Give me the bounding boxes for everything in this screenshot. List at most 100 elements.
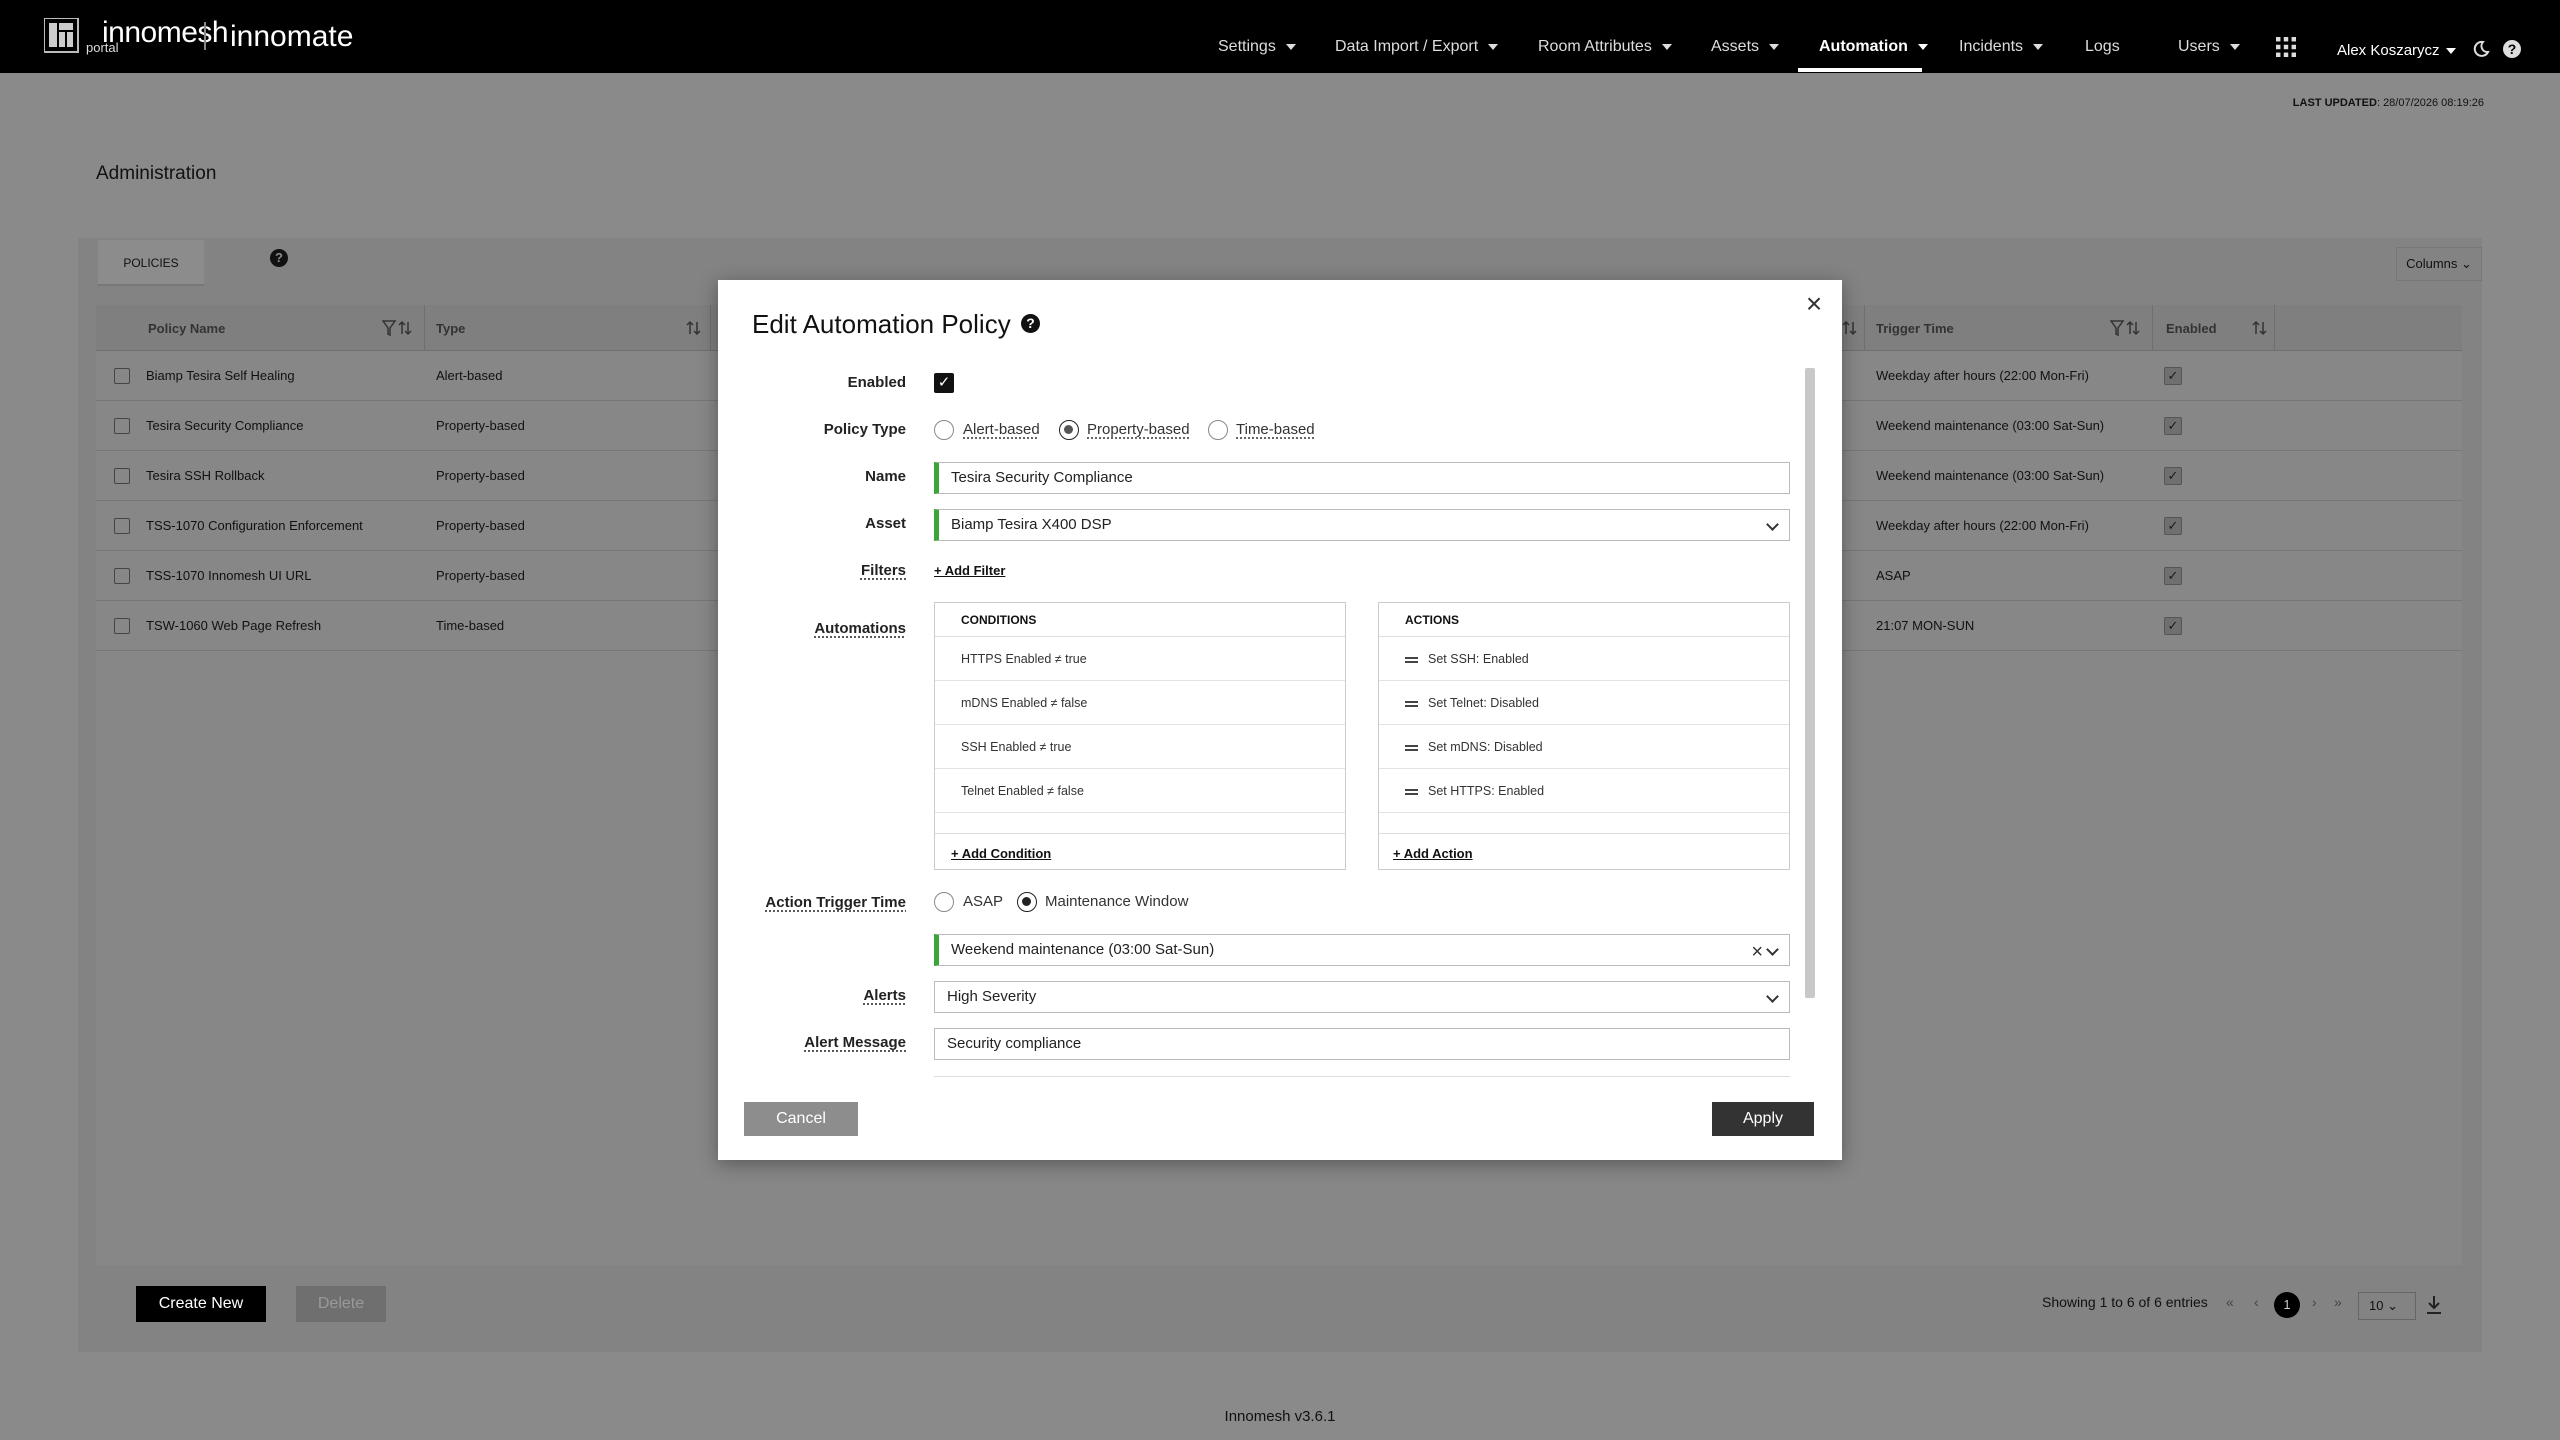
radio-asap[interactable] <box>934 892 954 912</box>
condition-item[interactable]: SSH Enabled ≠ true <box>935 725 1345 769</box>
drag-handle-icon[interactable] <box>1405 744 1418 751</box>
apply-button[interactable]: Apply <box>1712 1102 1814 1136</box>
cell-policy-name: TSS-1070 Innomesh UI URL <box>146 568 312 583</box>
action-item[interactable]: Set SSH: Enabled <box>1379 637 1789 681</box>
header-trigger-time[interactable]: Trigger Time <box>1876 321 1954 336</box>
condition-item[interactable]: HTTPS Enabled ≠ true <box>935 637 1345 681</box>
asset-select[interactable]: Biamp Tesira X400 DSP <box>934 509 1790 541</box>
user-menu[interactable]: Alex Koszarycz <box>2337 42 2456 59</box>
radio-maintenance-window[interactable] <box>1017 892 1037 912</box>
column-separator <box>424 305 425 351</box>
maintenance-window-select[interactable]: Weekend maintenance (03:00 Sat-Sun) × <box>934 934 1790 966</box>
alerts-select[interactable]: High Severity <box>934 981 1790 1013</box>
sort-icon[interactable] <box>2252 319 2268 337</box>
filter-sort-icon[interactable] <box>2110 319 2144 337</box>
entries-info: Showing 1 to 6 of 6 entries <box>2042 1294 2208 1310</box>
columns-button[interactable]: Columns ⌄ <box>2396 247 2482 281</box>
clear-icon[interactable]: × <box>1751 937 1763 967</box>
caret-down-icon <box>2445 48 2456 55</box>
header-enabled[interactable]: Enabled <box>2166 321 2217 336</box>
enabled-checkbox[interactable]: ✓ <box>2164 567 2182 585</box>
sort-icon[interactable] <box>686 319 702 337</box>
nav-logs[interactable]: Logs <box>2085 38 2120 56</box>
nav-settings[interactable]: Settings <box>1218 38 1296 56</box>
name-input[interactable]: Tesira Security Compliance <box>934 462 1790 494</box>
row-checkbox[interactable] <box>114 468 130 484</box>
cell-trigger-time: ASAP <box>1876 568 1911 583</box>
cell-trigger-time: 21:07 MON-SUN <box>1876 618 1975 633</box>
enabled-checkbox[interactable]: ✓ <box>2164 617 2182 635</box>
radio-label: Maintenance Window <box>1045 893 1189 910</box>
caret-down-icon <box>1917 43 1928 50</box>
row-checkbox[interactable] <box>114 518 130 534</box>
help-icon[interactable]: ? <box>270 249 288 267</box>
row-checkbox[interactable] <box>114 568 130 584</box>
delete-button[interactable]: Delete <box>296 1286 386 1322</box>
alert-message-input[interactable]: Security compliance <box>934 1028 1790 1060</box>
help-icon[interactable]: ? <box>2502 39 2522 59</box>
apps-grid-icon[interactable] <box>2276 37 2296 57</box>
prev-page-icon[interactable]: ‹ <box>2254 1294 2259 1310</box>
first-page-icon[interactable]: « <box>2226 1294 2234 1310</box>
enabled-checkbox[interactable]: ✓ <box>2164 517 2182 535</box>
drag-handle-icon[interactable] <box>1405 700 1418 707</box>
page-size-select[interactable]: 10 ⌄ <box>2358 1292 2416 1320</box>
row-checkbox[interactable] <box>114 618 130 634</box>
enabled-checkbox[interactable]: ✓ <box>2164 417 2182 435</box>
action-label: Set mDNS: Disabled <box>1428 740 1543 754</box>
help-icon[interactable]: ? <box>1021 314 1040 333</box>
next-page-icon[interactable]: › <box>2312 1294 2317 1310</box>
radio-time-based[interactable] <box>1208 420 1228 440</box>
create-new-button[interactable]: Create New <box>136 1286 266 1322</box>
enabled-checkbox[interactable]: ✓ <box>934 373 954 393</box>
brand-divider <box>204 22 206 50</box>
add-condition-link[interactable]: + Add Condition <box>951 846 1051 861</box>
last-page-icon[interactable]: » <box>2334 1294 2342 1310</box>
add-filter-link[interactable]: + Add Filter <box>934 563 1005 578</box>
cancel-button[interactable]: Cancel <box>744 1102 858 1136</box>
action-item[interactable]: Set mDNS: Disabled <box>1379 725 1789 769</box>
condition-item[interactable]: Telnet Enabled ≠ false <box>935 769 1345 813</box>
drag-handle-icon[interactable] <box>1405 788 1418 795</box>
filter-sort-icon[interactable] <box>382 319 416 337</box>
cell-type: Alert-based <box>436 368 503 383</box>
moon-icon[interactable] <box>2472 40 2490 58</box>
label-filters: Filters <box>860 562 906 579</box>
page-size-value: 10 <box>2369 1298 2384 1313</box>
column-separator <box>2274 305 2275 351</box>
close-icon[interactable]: × <box>1802 290 1826 318</box>
nav-room-attributes[interactable]: Room Attributes <box>1538 38 1672 56</box>
action-item[interactable]: Set Telnet: Disabled <box>1379 681 1789 725</box>
add-action-link[interactable]: + Add Action <box>1393 846 1473 861</box>
enabled-checkbox[interactable]: ✓ <box>2164 467 2182 485</box>
page-number-current[interactable]: 1 <box>2274 1292 2300 1318</box>
row-checkbox[interactable] <box>114 418 130 434</box>
last-updated-label: LAST UPDATED <box>2292 97 2377 109</box>
radio-alert-based[interactable] <box>934 420 954 440</box>
nav-automation[interactable]: Automation <box>1819 38 1928 56</box>
nav-assets[interactable]: Assets <box>1711 38 1780 56</box>
modal-scrollbar[interactable] <box>1805 368 1815 998</box>
caret-down-icon <box>2229 43 2240 50</box>
header-type[interactable]: Type <box>436 321 465 336</box>
row-checkbox[interactable] <box>114 368 130 384</box>
tab-policies[interactable]: POLICIES <box>98 240 204 286</box>
radio-label: Alert-based <box>963 421 1040 438</box>
header-policy-name[interactable]: Policy Name <box>148 321 225 336</box>
user-name: Alex Koszarycz <box>2337 42 2440 59</box>
condition-item[interactable]: mDNS Enabled ≠ false <box>935 681 1345 725</box>
download-icon[interactable] <box>2424 1294 2444 1316</box>
caret-down-icon <box>1285 43 1296 50</box>
nav-data-import-export[interactable]: Data Import / Export <box>1335 38 1499 56</box>
cell-policy-name: Tesira Security Compliance <box>146 418 304 433</box>
action-item[interactable]: Set HTTPS: Enabled <box>1379 769 1789 813</box>
actions-box: ACTIONS Set SSH: Enabled Set Telnet: Dis… <box>1378 602 1790 870</box>
action-label: Set SSH: Enabled <box>1428 652 1529 666</box>
enabled-checkbox[interactable]: ✓ <box>2164 367 2182 385</box>
nav-incidents[interactable]: Incidents <box>1959 38 2044 56</box>
radio-property-based[interactable] <box>1059 420 1079 440</box>
brand-name: innomesh <box>102 16 229 49</box>
sort-icon[interactable] <box>1842 319 1858 337</box>
nav-users[interactable]: Users <box>2178 38 2240 56</box>
drag-handle-icon[interactable] <box>1405 656 1418 663</box>
